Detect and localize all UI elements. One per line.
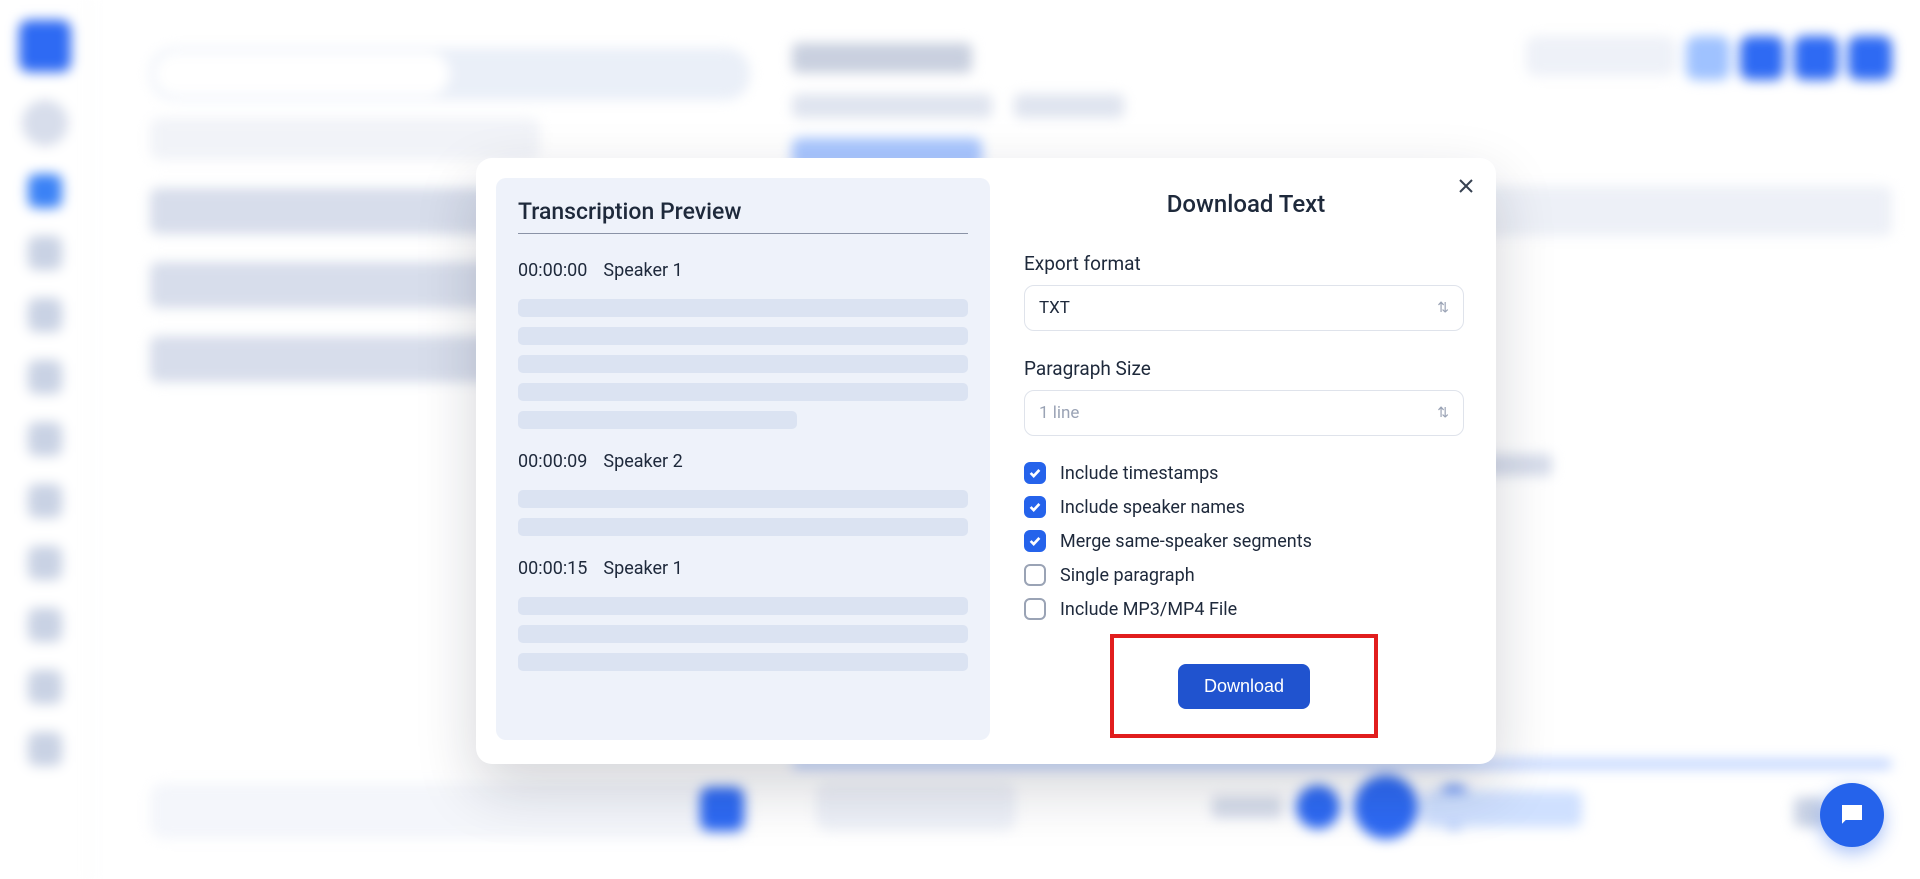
tab-ai-chat	[154, 52, 450, 96]
nav-icon	[28, 484, 62, 518]
highlight-annotation: Download	[1110, 634, 1378, 738]
edit-as-note-button	[1526, 36, 1676, 76]
meta-date	[792, 94, 992, 118]
export-format-value: TXT	[1039, 298, 1070, 318]
nav-icon	[28, 236, 62, 270]
skeleton-line	[518, 299, 968, 317]
nav-icon	[28, 732, 62, 766]
include-timestamps-checkbox[interactable]: Include timestamps	[1024, 462, 1468, 484]
avatar	[22, 100, 68, 146]
tab-notes	[450, 52, 746, 96]
segment-speaker: Speaker 2	[603, 451, 682, 472]
skeleton-line	[518, 597, 968, 615]
download-text-modal: Transcription Preview 00:00:00 Speaker 1…	[476, 158, 1496, 764]
segment-speaker: Speaker 1	[603, 558, 682, 579]
modal-title: Download Text	[1024, 190, 1468, 218]
meta-duration	[1014, 94, 1124, 118]
preview-title: Transcription Preview	[518, 198, 968, 234]
checkbox-label: Single paragraph	[1060, 565, 1195, 586]
nav-icon	[28, 608, 62, 642]
paragraph-size-select[interactable]: 1 line ⇅	[1024, 390, 1464, 436]
export-format-select[interactable]: TXT ⇅	[1024, 285, 1464, 331]
nav-icon	[28, 174, 62, 208]
download-button[interactable]: Download	[1178, 664, 1310, 709]
chevron-updown-icon: ⇅	[1437, 406, 1449, 420]
merge-segments-checkbox[interactable]: Merge same-speaker segments	[1024, 530, 1468, 552]
checkbox-icon	[1024, 496, 1046, 518]
preview-segment: 00:00:09 Speaker 2	[518, 451, 968, 536]
single-paragraph-checkbox[interactable]: Single paragraph	[1024, 564, 1468, 586]
skeleton-line	[518, 518, 968, 536]
segment-timestamp: 00:00:00	[518, 260, 587, 281]
skeleton-line	[518, 625, 968, 643]
toolbar-icon	[1740, 36, 1784, 80]
checkbox-label: Merge same-speaker segments	[1060, 531, 1312, 552]
include-speaker-names-checkbox[interactable]: Include speaker names	[1024, 496, 1468, 518]
preview-segment: 00:00:15 Speaker 1	[518, 558, 968, 671]
page-title	[792, 43, 972, 73]
file-chip	[150, 118, 540, 160]
nav-icon	[28, 422, 62, 456]
export-format-label: Export format	[1024, 252, 1468, 275]
skeleton-line	[518, 383, 968, 401]
preview-segment: 00:00:00 Speaker 1	[518, 260, 968, 429]
forward-icon	[1432, 785, 1476, 829]
skeleton-line	[518, 411, 797, 429]
nav-icon	[28, 298, 62, 332]
checkbox-icon	[1024, 462, 1046, 484]
nav-icon	[28, 546, 62, 580]
close-icon	[1458, 178, 1474, 194]
close-button[interactable]	[1452, 172, 1480, 200]
checkbox-icon	[1024, 564, 1046, 586]
include-media-checkbox[interactable]: Include MP3/MP4 File	[1024, 598, 1468, 620]
nav-icon	[28, 360, 62, 394]
speaker-pill	[1422, 791, 1582, 827]
download-form-pane: Download Text Export format TXT ⇅ Paragr…	[990, 158, 1496, 748]
skeleton-line	[518, 327, 968, 345]
current-time	[1212, 796, 1282, 818]
segment-timestamp: 00:00:15	[518, 558, 587, 579]
toolbar-icon	[1686, 36, 1730, 80]
skeleton-line	[518, 355, 968, 373]
chevron-updown-icon: ⇅	[1437, 301, 1449, 315]
checkbox-icon	[1024, 598, 1046, 620]
transcription-preview-pane: Transcription Preview 00:00:00 Speaker 1…	[496, 178, 990, 740]
chat-fab[interactable]	[1820, 783, 1884, 847]
segment-speaker: Speaker 1	[603, 260, 682, 281]
rewind-icon	[1296, 785, 1340, 829]
tabs	[150, 48, 750, 100]
app-logo-icon	[19, 20, 71, 72]
checkbox-icon	[1024, 530, 1046, 552]
paragraph-size-value: 1 line	[1039, 403, 1079, 423]
checkbox-label: Include speaker names	[1060, 497, 1245, 518]
paragraph-size-label: Paragraph Size	[1024, 357, 1468, 380]
skeleton-line	[518, 653, 968, 671]
add-comment-button	[816, 783, 1016, 831]
chat-input	[150, 783, 750, 839]
toolbar-icon	[1794, 36, 1838, 80]
send-icon	[700, 787, 744, 831]
checkbox-label: Include MP3/MP4 File	[1060, 599, 1237, 620]
nav-icon	[28, 670, 62, 704]
checkbox-label: Include timestamps	[1060, 463, 1218, 484]
segment-timestamp: 00:00:09	[518, 451, 587, 472]
skeleton-line	[518, 490, 968, 508]
toolbar-icon	[1848, 36, 1892, 80]
play-icon	[1354, 775, 1418, 839]
chat-icon	[1837, 800, 1867, 830]
